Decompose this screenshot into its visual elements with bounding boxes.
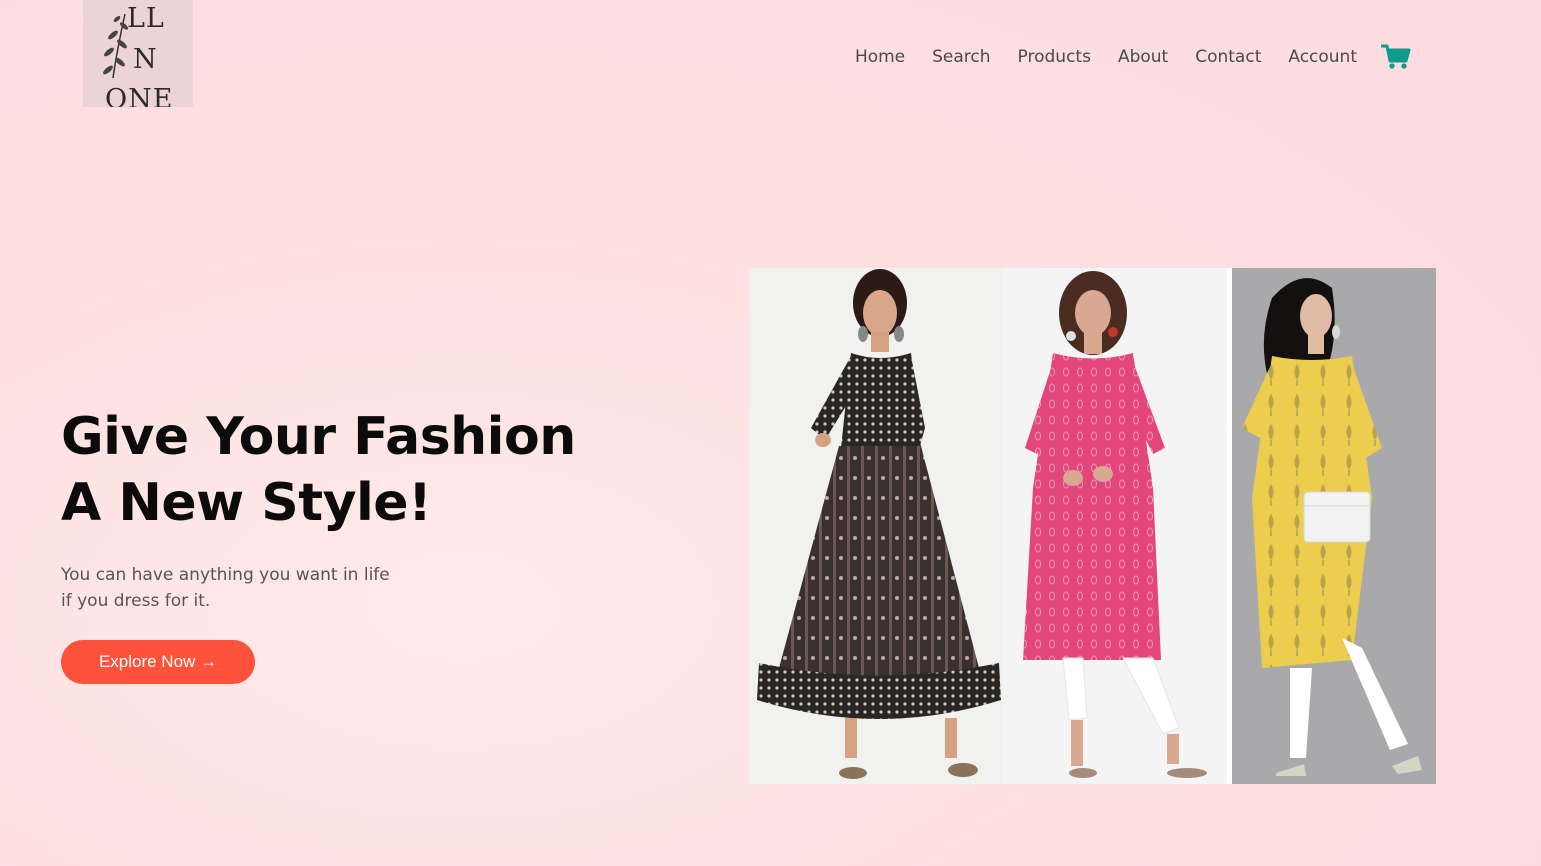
hero-image-gallery xyxy=(749,268,1436,784)
nav-products[interactable]: Products xyxy=(1018,47,1091,67)
nav-account[interactable]: Account xyxy=(1288,47,1357,67)
explore-now-button[interactable]: Explore Now → xyxy=(61,640,255,684)
main-nav: Home Search Products About Contact Accou… xyxy=(828,44,1411,70)
model-image-black-dress xyxy=(749,268,1003,784)
brand-logo[interactable]: LL N ONE xyxy=(83,0,193,107)
hero-title-line-1: Give Your Fashion xyxy=(61,407,576,467)
nav-home[interactable]: Home xyxy=(855,47,905,67)
hero-subtitle: You can have anything you want in life i… xyxy=(61,562,390,614)
hero-title: Give Your Fashion A New Style! xyxy=(61,404,576,536)
nav-about[interactable]: About xyxy=(1118,47,1168,67)
model-image-pink-kurta xyxy=(1003,268,1227,784)
nav-search[interactable]: Search xyxy=(932,47,990,67)
hero-subtitle-line-2: if you dress for it. xyxy=(61,591,211,611)
model-image-yellow-kurta xyxy=(1232,268,1436,784)
logo-text-line-3: ONE xyxy=(105,84,174,107)
nav-contact[interactable]: Contact xyxy=(1195,47,1261,67)
logo-text-line-2: N xyxy=(133,44,158,75)
hero-title-line-2: A New Style! xyxy=(61,473,432,533)
cart-icon[interactable] xyxy=(1380,44,1411,70)
hero-subtitle-line-1: You can have anything you want in life xyxy=(61,565,390,585)
logo-text-line-1: LL xyxy=(127,3,165,34)
